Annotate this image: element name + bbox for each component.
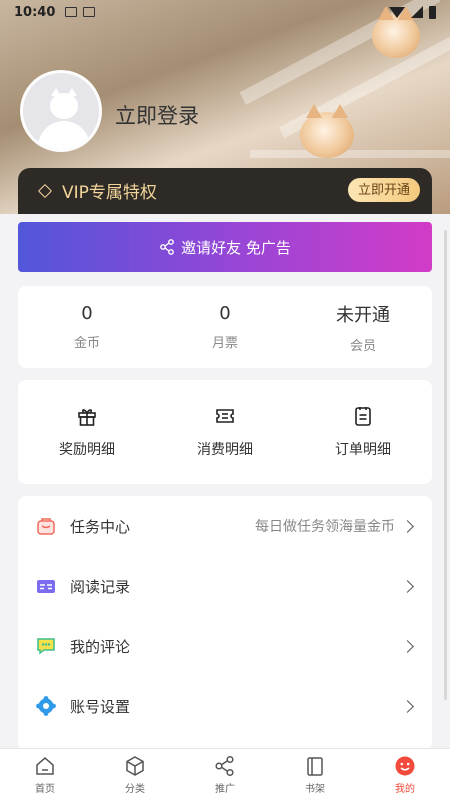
stat-membership[interactable]: 未开通 会员: [294, 286, 432, 368]
menu-label: 我的评论: [70, 637, 131, 656]
tab-label: 分类: [125, 783, 145, 795]
detail-label: 消费明细: [197, 442, 253, 458]
share-icon: [160, 239, 175, 255]
scrollbar[interactable]: [444, 230, 447, 700]
order-details-button[interactable]: 订单明细: [294, 380, 432, 484]
bottom-tab-bar: 首页 分类 推广 书架 我的: [0, 748, 450, 800]
tab-bookshelf[interactable]: 书架: [270, 749, 360, 800]
tab-home[interactable]: 首页: [0, 749, 90, 800]
menu-label: 任务中心: [70, 517, 131, 536]
detail-label: 奖励明细: [59, 442, 115, 458]
stat-coins[interactable]: 0 金币: [18, 286, 156, 368]
reward-details-button[interactable]: 奖励明细: [18, 380, 156, 484]
stat-label: 会员: [349, 338, 376, 354]
default-avatar-body: [38, 121, 90, 149]
tab-promotion[interactable]: 推广: [180, 749, 270, 800]
stat-value: 未开通: [336, 304, 390, 326]
menu-label: 阅读记录: [70, 577, 131, 596]
bookshelf-icon: [307, 756, 323, 776]
vip-label: VIP专属特权: [62, 183, 157, 203]
menu-list: 任务中心 每日做任务领海量金币 阅读记录 我的评论 账号设置: [18, 496, 432, 750]
stat-monthly-tickets[interactable]: 0 月票: [156, 286, 294, 368]
avatar[interactable]: [20, 70, 102, 152]
vip-activate-button[interactable]: 立即开通: [347, 178, 420, 202]
menu-item-account-settings[interactable]: 账号设置: [18, 676, 432, 736]
status-time: 10:40: [14, 4, 56, 20]
reading-record-icon: [37, 580, 55, 593]
vip-banner[interactable]: VIP专属特权 立即开通: [18, 168, 432, 214]
settings-gear-icon: [36, 696, 56, 716]
invite-label: 邀请好友 免广告: [181, 238, 291, 257]
tab-category[interactable]: 分类: [90, 749, 180, 800]
stat-value: 0: [81, 303, 93, 324]
tab-label: 首页: [35, 783, 55, 795]
home-icon: [36, 756, 54, 775]
share-icon: [215, 755, 234, 776]
background-stair: [250, 150, 450, 158]
task-bag-icon: [37, 518, 55, 535]
comment-icon: [37, 638, 55, 655]
app-notification-icon: [83, 7, 96, 17]
menu-item-reading-history[interactable]: 阅读记录: [18, 556, 432, 616]
order-list-icon: [355, 407, 371, 426]
gift-icon: [78, 409, 96, 426]
chevron-right-icon: [401, 519, 414, 533]
stat-value: 0: [219, 303, 231, 324]
menu-item-task-center[interactable]: 任务中心 每日做任务领海量金币: [18, 496, 432, 556]
menu-item-my-comments[interactable]: 我的评论: [18, 616, 432, 676]
tab-mine[interactable]: 我的: [360, 749, 450, 800]
tab-label: 书架: [305, 783, 325, 795]
gallery-notification-icon: [65, 7, 78, 17]
invite-friends-banner[interactable]: 邀请好友 免广告: [18, 222, 432, 272]
menu-label: 账号设置: [70, 697, 131, 716]
status-bar: 10:40: [0, 0, 450, 24]
background-kitten: [300, 104, 354, 158]
smiley-icon: [395, 756, 415, 775]
chevron-right-icon: [401, 639, 414, 653]
stats-card: 0 金币 0 月票 未开通 会员: [18, 286, 432, 368]
chevron-right-icon: [401, 699, 414, 713]
menu-hint: 每日做任务领海量金币: [255, 519, 395, 535]
spending-details-button[interactable]: 消费明细: [156, 380, 294, 484]
detail-label: 订单明细: [335, 442, 391, 458]
login-link[interactable]: 立即登录: [115, 100, 199, 130]
tab-label: 我的: [395, 783, 415, 795]
stat-label: 月票: [211, 336, 238, 351]
category-cube-icon: [126, 755, 144, 776]
tab-label: 推广: [215, 783, 235, 795]
battery-icon: [429, 5, 436, 19]
signal-icon: [411, 6, 423, 18]
default-avatar-head: [50, 88, 78, 119]
diamond-icon: [37, 183, 53, 199]
stat-label: 金币: [73, 336, 100, 351]
chevron-right-icon: [401, 579, 414, 593]
details-card: 奖励明细 消费明细 订单明细: [18, 380, 432, 484]
wifi-icon: [389, 6, 405, 18]
ticket-icon: [216, 409, 234, 423]
